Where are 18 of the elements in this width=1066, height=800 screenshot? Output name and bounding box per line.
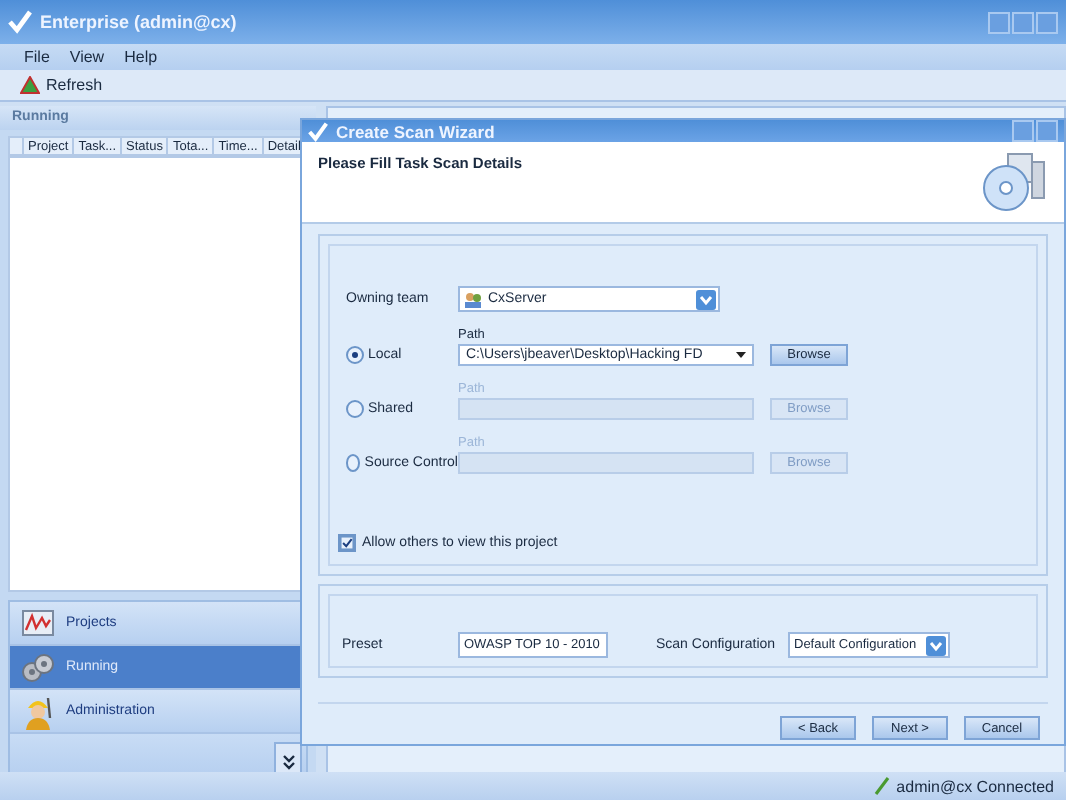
dropdown-arrow-icon xyxy=(696,289,716,309)
worker-icon xyxy=(22,693,54,729)
window-title: Enterprise (admin@cx) xyxy=(40,12,237,32)
gears-icon xyxy=(22,651,54,683)
checkmark-icon xyxy=(8,10,32,34)
disc-and-server-icon xyxy=(980,150,1048,214)
refresh-button[interactable]: Refresh xyxy=(16,76,107,94)
line-chart-icon xyxy=(22,610,54,636)
menu-item[interactable]: View xyxy=(69,48,105,66)
menu-item[interactable]: File xyxy=(24,48,50,66)
chevron-icon xyxy=(281,754,295,770)
dialog-title: Create Scan Wizard xyxy=(336,121,495,141)
status-text: admin@cx Connected xyxy=(896,777,1054,795)
dropdown-caret-icon xyxy=(736,352,746,358)
team-icon xyxy=(464,291,482,307)
dropdown-arrow-icon xyxy=(926,635,946,655)
triangle-icon xyxy=(20,76,40,94)
menu-item[interactable]: Help xyxy=(124,48,158,66)
